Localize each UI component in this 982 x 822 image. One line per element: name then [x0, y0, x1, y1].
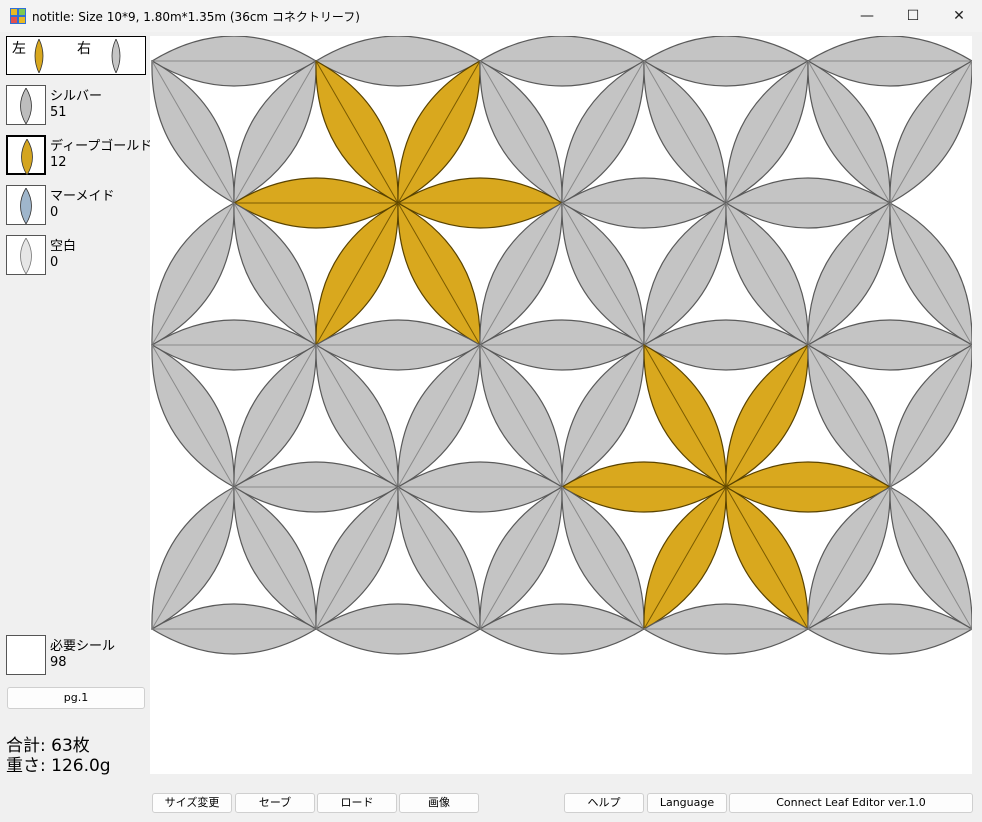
left-right-selector[interactable]: 左 右	[6, 36, 146, 75]
language-button[interactable]: Language	[647, 793, 727, 813]
image-button[interactable]: 画像	[399, 793, 479, 813]
total-weight: 重さ: 126.0g	[6, 756, 111, 776]
palette-item-deep-gold[interactable]: ディープゴールド 12	[6, 135, 152, 179]
palette-count: 0	[50, 255, 59, 270]
palette-name: ディープゴールド	[50, 139, 153, 154]
total-count: 合計: 63枚	[6, 736, 90, 756]
close-button[interactable]: ✕	[936, 0, 982, 32]
app-icon	[10, 8, 26, 24]
help-button[interactable]: ヘルプ	[564, 793, 644, 813]
seal-count: 98	[50, 655, 67, 670]
seal-name: 必要シール	[50, 639, 116, 654]
leaf-canvas[interactable]	[150, 36, 972, 774]
window-title: notitle: Size 10*9, 1.80m*1.35m (36cm コネ…	[32, 10, 360, 24]
blank-leaf-icon	[20, 238, 32, 274]
palette-name: マーメイド	[50, 189, 115, 204]
left-label: 左	[12, 41, 26, 57]
silver-leaf-icon	[20, 88, 32, 124]
palette-count: 51	[50, 105, 67, 120]
gold-swatch[interactable]	[6, 135, 46, 175]
load-button[interactable]: ロード	[317, 793, 397, 813]
page-button[interactable]: pg.1	[7, 687, 145, 709]
resize-button[interactable]: サイズ変更	[152, 793, 232, 813]
palette-item-silver[interactable]: シルバー 51	[6, 85, 146, 129]
palette-name: シルバー	[50, 89, 103, 104]
sidebar: 左 右 シルバー 51 ディープゴールド 12 マーメイド 0 空白 0 必要シ…	[0, 32, 152, 822]
palette-item-blank[interactable]: 空白 0	[6, 235, 146, 279]
silver-swatch[interactable]	[6, 85, 46, 125]
title-bar: notitle: Size 10*9, 1.80m*1.35m (36cm コネ…	[0, 0, 982, 32]
right-silver-leaf-icon	[111, 39, 121, 73]
left-gold-leaf-icon	[34, 39, 44, 73]
save-button[interactable]: セーブ	[235, 793, 315, 813]
right-label: 右	[77, 41, 91, 57]
seal-swatch	[6, 635, 46, 675]
maximize-button[interactable]: ☐	[890, 0, 936, 32]
mermaid-leaf-icon	[20, 188, 32, 224]
version-button[interactable]: Connect Leaf Editor ver.1.0	[729, 793, 973, 813]
palette-count: 0	[50, 205, 59, 220]
totals: 合計: 63枚 重さ: 126.0g	[6, 736, 111, 776]
mermaid-swatch[interactable]	[6, 185, 46, 225]
seal-item: 必要シール 98	[6, 635, 146, 679]
palette-count: 12	[50, 155, 67, 170]
palette-name: 空白	[50, 239, 77, 254]
blank-swatch[interactable]	[6, 235, 46, 275]
minimize-button[interactable]: —	[844, 0, 890, 32]
leaf-pattern[interactable]	[150, 36, 972, 774]
palette-item-mermaid[interactable]: マーメイド 0	[6, 185, 146, 229]
gold-leaf-icon	[21, 139, 33, 175]
